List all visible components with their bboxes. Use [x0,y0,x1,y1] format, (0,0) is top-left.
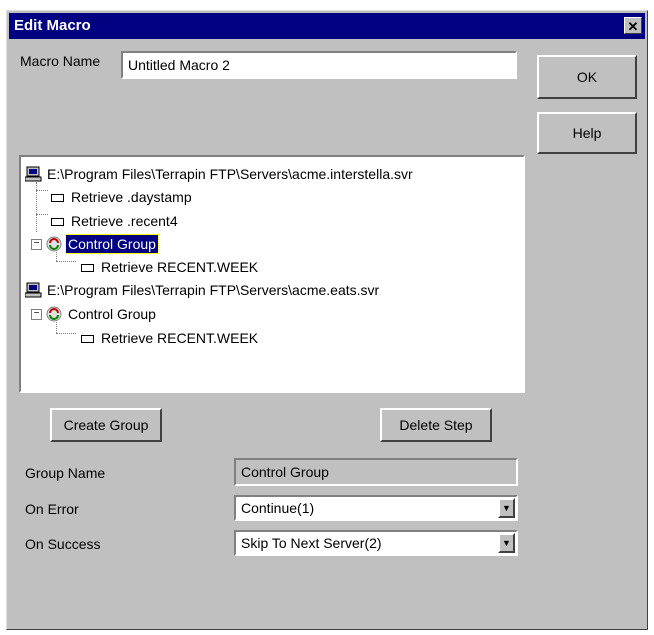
tree-node-group-2[interactable]: − Control Group [31,303,231,325]
group-name-input[interactable]: Control Group [234,458,518,486]
on-success-label: On Success [25,536,101,552]
tree-connector [36,190,48,191]
tree-node-label: Retrieve .recent4 [71,213,178,229]
tree-node-label: E:\Program Files\Terrapin FTP\Servers\ac… [47,166,413,182]
macro-steps-tree[interactable]: E:\Program Files\Terrapin FTP\Servers\ac… [19,155,525,393]
on-error-label: On Error [25,501,79,517]
tree-node-label: Control Group [68,306,156,322]
step-doc-icon [51,194,64,202]
tree-node-label: Control Group [65,234,159,254]
title-bar[interactable]: Edit Macro ✕ [9,13,645,39]
ok-button[interactable]: OK [537,55,637,99]
delete-step-button[interactable]: Delete Step [380,408,492,442]
group-name-label: Group Name [25,465,106,481]
edit-macro-dialog: Edit Macro ✕ Macro Name Untitled Macro 2… [6,10,648,630]
tree-node-group-1[interactable]: − Control Group [31,233,231,255]
tree-connector [56,333,76,334]
dropdown-arrow-icon[interactable]: ▼ [498,533,515,553]
macro-name-value: Untitled Macro 2 [128,57,230,73]
create-group-button[interactable]: Create Group [50,408,162,442]
computer-icon [25,282,42,298]
dialog-title: Edit Macro [14,17,91,34]
macro-name-label: Macro Name [20,53,101,69]
step-doc-icon [81,335,94,343]
group-cycle-icon [46,306,62,322]
computer-icon [25,166,42,182]
group-cycle-icon [46,236,62,252]
on-success-value: Skip To Next Server(2) [241,535,382,551]
collapse-icon[interactable]: − [31,309,42,320]
close-icon: ✕ [627,19,639,34]
on-error-value: Continue(1) [241,500,315,516]
tree-node-label: Retrieve .daystamp [71,189,192,205]
dropdown-arrow-icon[interactable]: ▼ [498,498,515,518]
macro-name-input[interactable]: Untitled Macro 2 [121,51,517,79]
on-error-select[interactable]: Continue(1) ▼ [234,495,518,521]
on-success-select[interactable]: Skip To Next Server(2) ▼ [234,530,518,556]
group-name-value: Control Group [241,464,329,480]
step-doc-icon [51,218,64,226]
help-button[interactable]: Help [537,112,637,154]
collapse-icon[interactable]: − [31,239,42,250]
tree-node-label: Retrieve RECENT.WEEK [101,259,259,275]
tree-connector [36,214,48,215]
tree-node-label: Retrieve RECENT.WEEK [101,330,259,346]
step-doc-icon [81,264,94,272]
close-button[interactable]: ✕ [624,17,642,34]
tree-node-label: E:\Program Files\Terrapin FTP\Servers\ac… [47,282,380,298]
tree-connector [56,261,76,262]
